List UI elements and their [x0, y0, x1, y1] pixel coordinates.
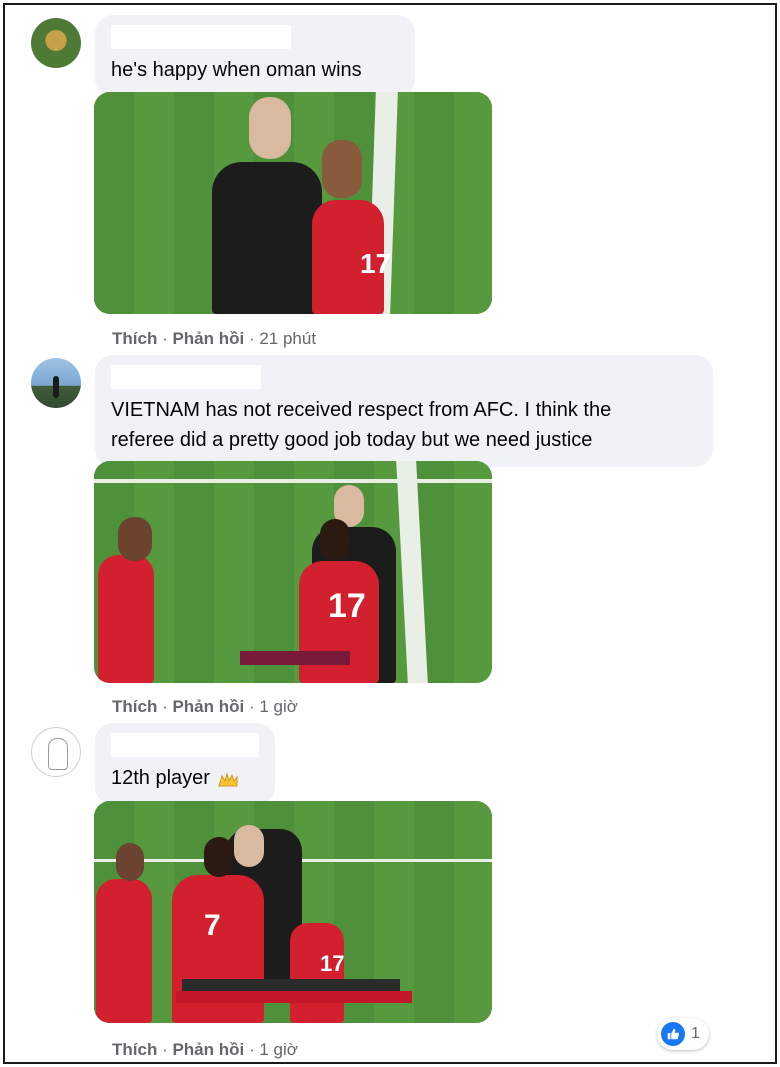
- comment-text: 12th player: [111, 763, 259, 793]
- timestamp[interactable]: 21 phút: [259, 329, 316, 348]
- comment-text: he's happy when oman wins: [111, 59, 362, 81]
- comment-photo[interactable]: 17: [94, 92, 492, 314]
- comment-bubble: he's happy when oman wins: [95, 15, 415, 97]
- referee-figure: [212, 162, 322, 314]
- avatar[interactable]: [31, 18, 81, 68]
- player-figure: [96, 879, 152, 1023]
- jersey-number: 7: [204, 909, 221, 942]
- avatar[interactable]: [31, 358, 81, 408]
- redacted-name: [111, 25, 291, 49]
- scoreboard: [176, 991, 412, 1003]
- reply-link[interactable]: Phản hồi: [172, 1040, 244, 1059]
- jersey-number: 17: [328, 587, 366, 625]
- redacted-name: [111, 365, 261, 389]
- raised-hands-emoji: [217, 771, 238, 787]
- avatar[interactable]: [31, 727, 81, 777]
- referee-head: [234, 825, 264, 867]
- reply-link[interactable]: Phản hồi: [172, 697, 244, 716]
- player-figure: [98, 555, 154, 683]
- jersey-number: 17: [360, 248, 392, 279]
- referee-head: [249, 97, 291, 159]
- like-link[interactable]: Thích: [112, 329, 157, 348]
- jersey-number: 17: [320, 951, 345, 976]
- comment-photo[interactable]: 7 17: [94, 801, 492, 1023]
- like-link[interactable]: Thích: [112, 1040, 157, 1059]
- like-icon: [661, 1022, 685, 1046]
- player-head: [204, 837, 234, 877]
- comment-actions: Thích · Phản hồi · 21 phút: [112, 329, 317, 348]
- comment-actions: Thích · Phản hồi · 1 giờ: [112, 1040, 298, 1059]
- like-link[interactable]: Thích: [112, 697, 157, 716]
- reaction-count: 1: [691, 1025, 700, 1042]
- player-head: [118, 517, 152, 561]
- redacted-name: [111, 733, 259, 757]
- comment-bubble: 12th player: [95, 723, 275, 805]
- player-head: [116, 843, 144, 881]
- reply-link[interactable]: Phản hồi: [172, 329, 244, 348]
- comment-bubble: VIETNAM has not received respect from AF…: [95, 355, 713, 467]
- comment-photo[interactable]: 17: [94, 461, 492, 683]
- player-head: [320, 519, 350, 561]
- reaction-summary[interactable]: 1: [657, 1018, 709, 1050]
- comment-actions: Thích · Phản hồi · 1 giờ: [112, 697, 298, 716]
- timestamp[interactable]: 1 giờ: [259, 1040, 298, 1059]
- broadcast-bar: [182, 979, 400, 991]
- player-head: [322, 140, 362, 198]
- comment-text: VIETNAM has not received respect from AF…: [111, 399, 612, 451]
- comment-thread: he's happy when oman wins 17 Thích · Phả…: [3, 3, 777, 1064]
- timestamp[interactable]: 1 giờ: [259, 697, 298, 716]
- broadcast-bar: [240, 651, 350, 665]
